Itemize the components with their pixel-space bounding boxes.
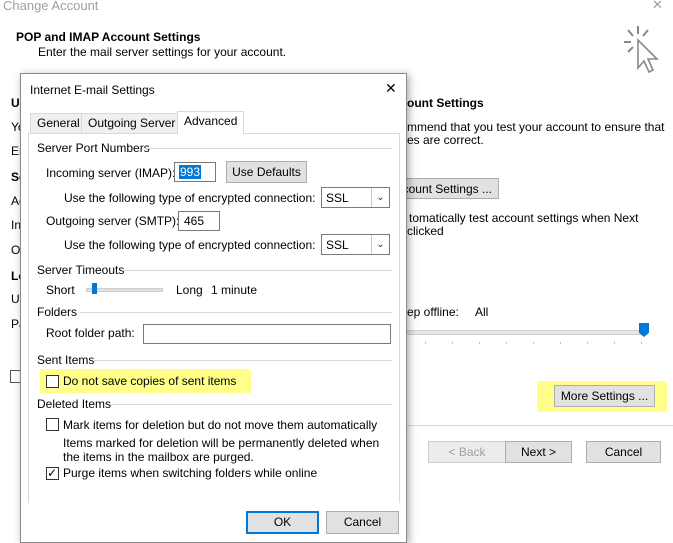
mark-for-deletion-label: Mark items for deletion but do not move …	[63, 418, 378, 432]
tab-advanced-label: Advanced	[184, 114, 238, 128]
section-server-ports: Server Port Numbers	[37, 141, 150, 155]
timeout-slider-track	[86, 288, 163, 292]
tab-outgoing-server[interactable]: Outgoing Server	[81, 113, 183, 133]
timeout-long-label: Long	[176, 283, 203, 297]
timeout-slider-thumb[interactable]	[92, 283, 97, 294]
timeout-short-label: Short	[46, 283, 75, 297]
dialog-ok-button[interactable]: OK	[246, 511, 319, 534]
incoming-port-value: 993	[179, 165, 202, 179]
root-folder-input[interactable]	[143, 324, 391, 344]
encryption-select-incoming[interactable]: SSL ⌄	[321, 187, 390, 208]
use-defaults-button[interactable]: Use Defaults	[226, 161, 307, 183]
do-not-save-label: Do not save copies of sent items	[63, 374, 237, 388]
incoming-port-input[interactable]: 993	[174, 162, 216, 182]
section-sent-items: Sent Items	[37, 353, 95, 367]
do-not-save-checkbox[interactable]	[46, 375, 59, 388]
purge-items-label: Purge items when switching folders while…	[63, 466, 318, 480]
encryption-select-outgoing[interactable]: SSL ⌄	[321, 234, 390, 255]
dialog-ok-label: OK	[273, 515, 292, 529]
timeout-value: 1 minute	[211, 283, 258, 297]
encryption-value-incoming: SSL	[326, 191, 349, 205]
encryption-label-outgoing: Use the following type of encrypted conn…	[64, 238, 316, 252]
outgoing-port-input[interactable]: 465	[178, 211, 220, 231]
section-rule	[80, 312, 392, 313]
incoming-server-label: Incoming server (IMAP):	[46, 166, 176, 180]
section-rule	[145, 148, 392, 149]
section-rule	[94, 360, 392, 361]
encryption-label-incoming: Use the following type of encrypted conn…	[64, 191, 316, 205]
section-server-timeouts: Server Timeouts	[37, 263, 125, 277]
section-rule	[110, 404, 392, 405]
dialog-cancel-label: Cancel	[343, 515, 382, 529]
outgoing-port-value: 465	[184, 214, 205, 228]
encryption-value-outgoing: SSL	[326, 238, 349, 252]
section-folders: Folders	[37, 305, 78, 319]
tab-general-label: General	[37, 116, 80, 130]
timeout-slider[interactable]	[86, 282, 164, 296]
deletion-note-1: Items marked for deletion will be perman…	[63, 436, 380, 450]
chevron-down-icon: ⌄	[371, 235, 389, 254]
outgoing-server-label: Outgoing server (SMTP):	[46, 214, 180, 228]
use-defaults-label: Use Defaults	[232, 165, 301, 179]
chevron-down-icon: ⌄	[371, 188, 389, 207]
section-deleted-items: Deleted Items	[37, 397, 112, 411]
section-rule	[122, 270, 392, 271]
purge-items-checkbox[interactable]	[46, 466, 59, 480]
mark-for-deletion-checkbox[interactable]	[46, 418, 59, 431]
tab-advanced[interactable]: Advanced	[177, 111, 245, 134]
dialog-close-icon[interactable]: ✕	[385, 80, 397, 97]
root-folder-label: Root folder path:	[46, 326, 135, 340]
tab-outgoing-server-label: Outgoing Server	[88, 116, 176, 130]
tab-general[interactable]: General	[30, 113, 87, 133]
deletion-note-2: the items in the mailbox are purged.	[63, 450, 254, 464]
dialog-title: Internet E-mail Settings	[30, 83, 155, 97]
dialog-cancel-button[interactable]: Cancel	[326, 511, 399, 534]
